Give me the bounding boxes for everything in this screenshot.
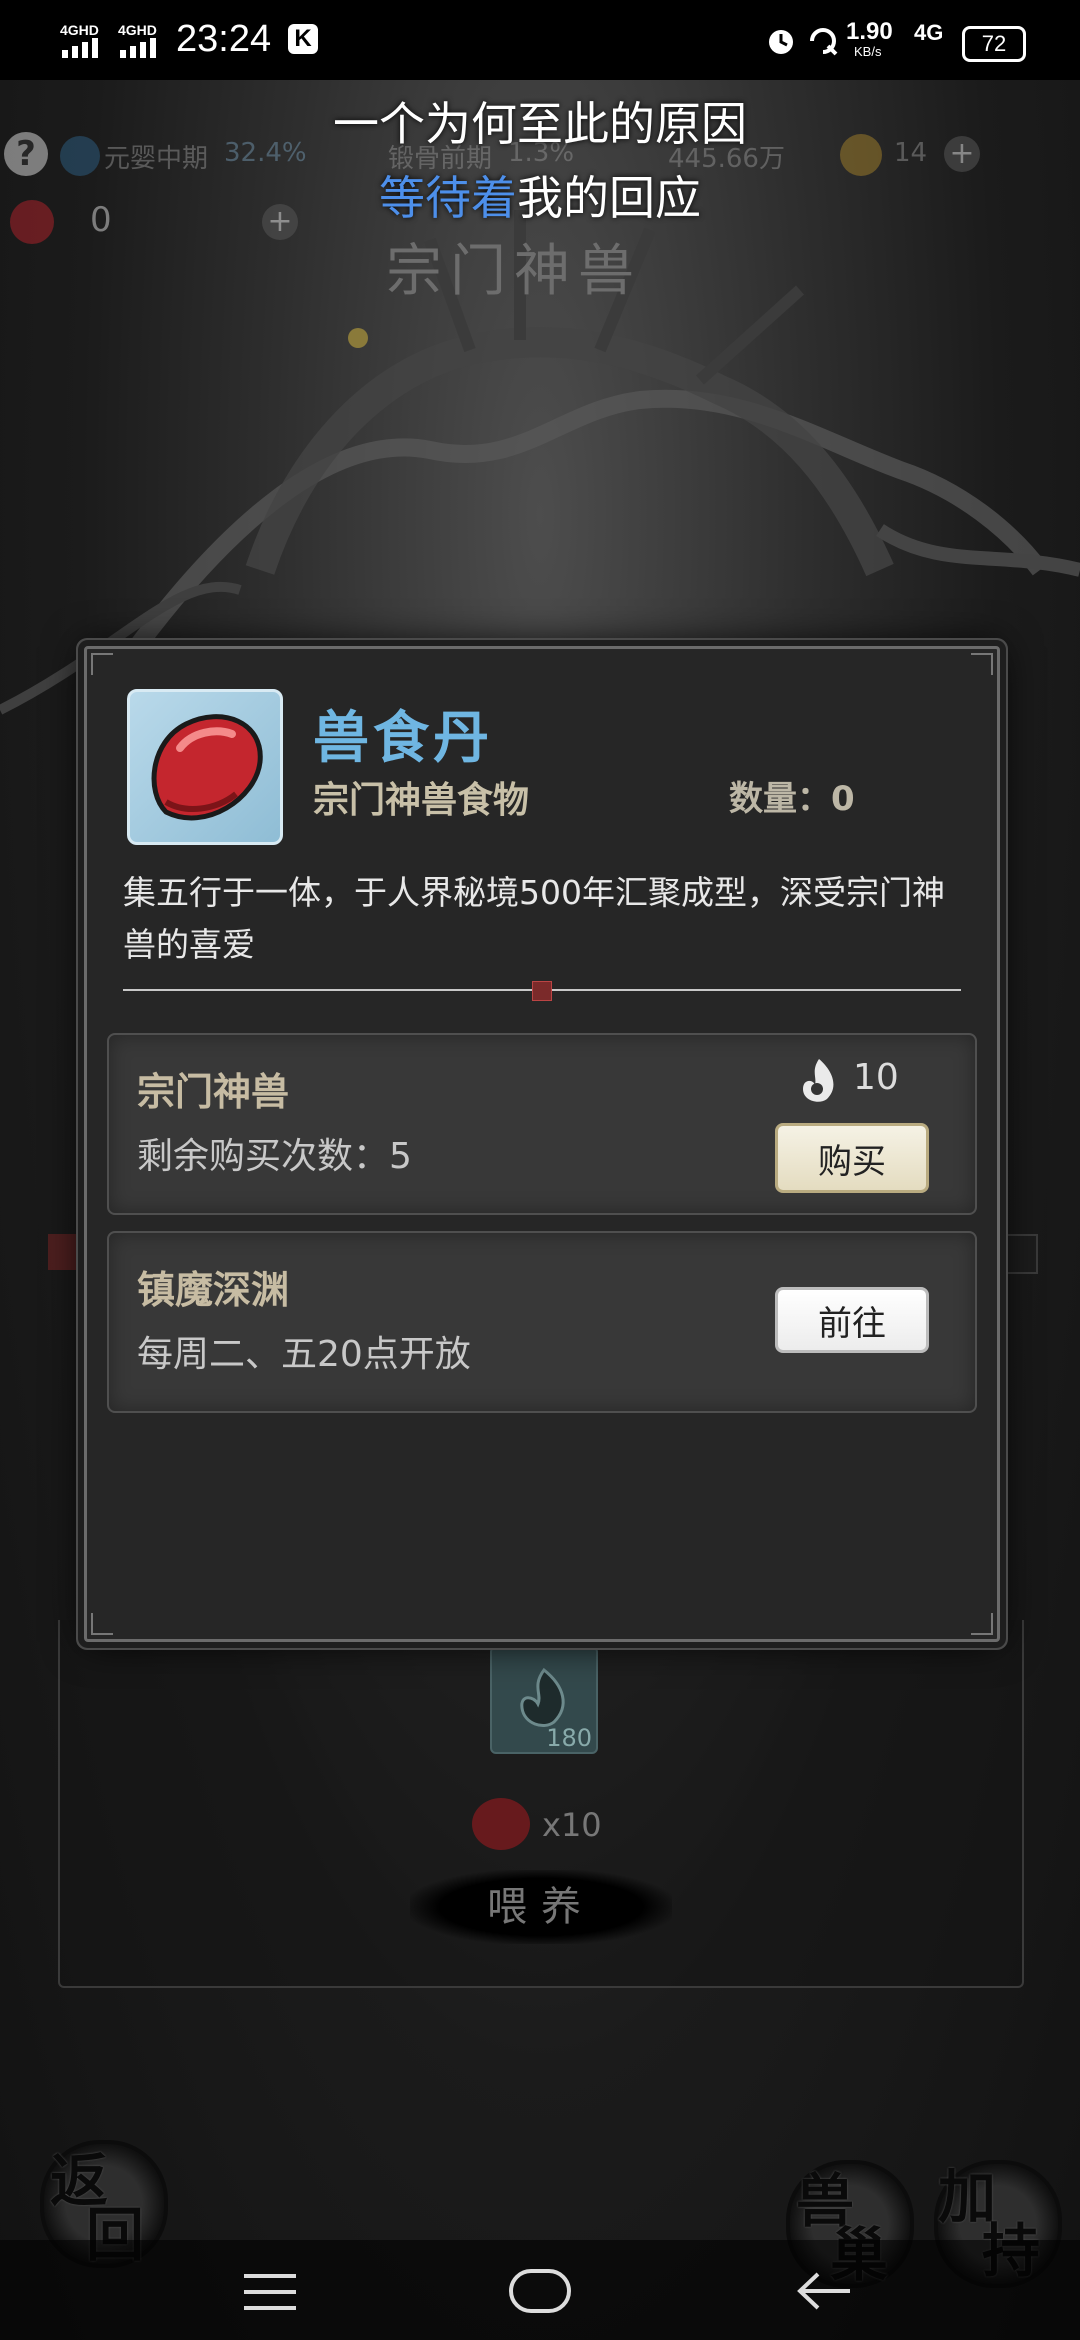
scene-title: 宗门神兽 — [386, 239, 642, 304]
feed-panel: 180 x10 喂养 — [58, 1620, 1024, 1988]
dialog-corner — [91, 653, 113, 675]
menu-icon[interactable] — [244, 2272, 296, 2312]
back-icon[interactable] — [796, 2268, 852, 2314]
dialog-corner — [91, 1613, 113, 1635]
net-speed-unit: KB/s — [854, 44, 882, 59]
network-indicator-1: 4GHD — [60, 22, 99, 38]
source-title: 镇魔深渊 — [137, 1268, 290, 1312]
food-pill-icon-small — [472, 1798, 530, 1850]
feed-cost: x10 — [542, 1806, 602, 1844]
spirit-item-count: 180 — [546, 1724, 592, 1752]
quantity-value: 0 — [831, 779, 855, 819]
lyric-line-1: 一个为何至此的原因 — [333, 97, 747, 151]
spirit-currency-icon — [803, 1059, 834, 1102]
alarm-icon — [769, 30, 793, 54]
battery-level: 72 — [981, 31, 1007, 56]
left-bar-fragment — [48, 1234, 88, 1270]
lyrics-overlay: 一个为何至此的原因 等待着我的回应 — [0, 88, 1080, 228]
item-icon-frame — [127, 689, 283, 845]
source-panel-abyss: 镇魔深渊 每周二、五20点开放 前往 — [107, 1231, 977, 1413]
net-speed-value: 1.90 — [846, 18, 893, 45]
source-panel-sect-beast: 宗门神兽 剩余购买次数：5 10 购买 — [107, 1033, 977, 1215]
lyric-line-2: 等待着我的回应 — [0, 162, 1080, 228]
quantity-label: 数量： — [729, 779, 831, 819]
system-nav-bar — [0, 2240, 1080, 2340]
app-notification-badge: K — [288, 24, 318, 54]
battery-icon: 72 — [962, 26, 1026, 62]
item-quantity: 数量：0 — [729, 771, 855, 820]
status-bar: 4GHD 4GHD 23:24 K 1.90 KB/s 4G 72 — [0, 0, 1080, 80]
item-detail-dialog: 兽食丹 宗门神兽食物 数量：0 集五行于一体，于人界秘境500年汇聚成型，深受宗… — [84, 646, 1000, 1642]
network-indicator-3: 4G — [914, 20, 944, 45]
open-schedule: 每周二、五20点开放 — [137, 1334, 471, 1375]
right-bar-fragment — [994, 1234, 1038, 1274]
divider-ornament — [532, 981, 552, 1001]
clock: 23:24 — [176, 18, 272, 60]
sync-icon — [810, 28, 838, 56]
buy-button[interactable]: 购买 — [775, 1123, 929, 1193]
network-indicator-2: 4GHD — [118, 22, 157, 38]
item-type: 宗门神兽食物 — [313, 780, 530, 821]
source-title: 宗门神兽 — [137, 1070, 290, 1114]
purchase-cost: 10 — [853, 1057, 899, 1098]
lyric-rest: 我的回应 — [517, 171, 701, 225]
food-pill-icon — [151, 714, 263, 821]
item-name: 兽食丹 — [313, 706, 493, 771]
spirit-item-slot[interactable]: 180 — [490, 1646, 598, 1754]
lyric-highlight: 等待着 — [379, 171, 517, 225]
spirit-flame-icon — [520, 1667, 565, 1727]
signal-icon-2 — [120, 38, 156, 58]
signal-icon — [62, 38, 98, 58]
feed-button[interactable]: 喂养 — [410, 1870, 672, 1944]
go-button[interactable]: 前往 — [775, 1287, 929, 1353]
home-icon[interactable] — [508, 2268, 572, 2314]
item-description: 集五行于一体，于人界秘境500年汇聚成型，深受宗门神兽的喜爱 — [123, 873, 945, 964]
dialog-corner — [971, 653, 993, 675]
dialog-corner — [971, 1613, 993, 1635]
remaining-purchases: 剩余购买次数：5 — [137, 1136, 412, 1177]
